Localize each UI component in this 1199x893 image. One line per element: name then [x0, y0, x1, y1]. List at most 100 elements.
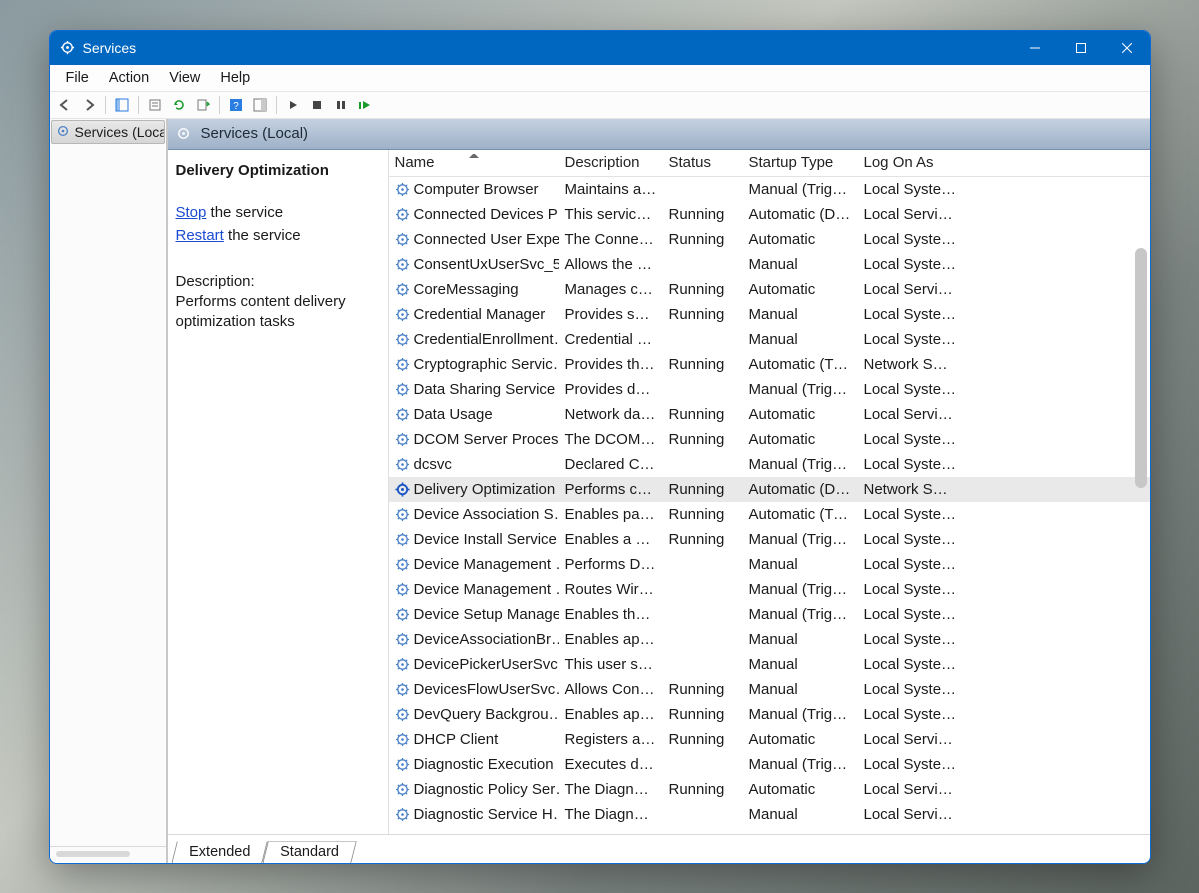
show-hide-tree-icon[interactable]	[111, 94, 133, 116]
service-name: DevQuery Backgrou…	[414, 706, 559, 723]
nav-tree-item-label: Services (Loca	[75, 124, 165, 140]
service-name: Device Management …	[414, 581, 559, 598]
service-row[interactable]: Connected Devices P…This service …Runnin…	[389, 202, 1150, 227]
column-header-status[interactable]: Status	[663, 154, 743, 171]
app-icon	[60, 40, 75, 55]
service-row[interactable]: DevQuery Backgrou…Enables app…RunningMan…	[389, 702, 1150, 727]
description-text: Performs content delivery optimization t…	[176, 292, 380, 333]
column-header-name[interactable]: Name	[389, 154, 559, 171]
service-name: DevicesFlowUserSvc…	[414, 681, 559, 698]
service-log-on-as: Local Servi…	[858, 806, 964, 823]
service-row[interactable]: Diagnostic Service H…The Diagno…ManualLo…	[389, 802, 1150, 827]
restart-service-icon[interactable]	[354, 94, 376, 116]
service-row[interactable]: Credential ManagerProvides se…RunningMan…	[389, 302, 1150, 327]
service-row[interactable]: CoreMessagingManages co…RunningAutomatic…	[389, 277, 1150, 302]
service-status: Running	[663, 206, 743, 223]
menu-action[interactable]: Action	[99, 68, 159, 88]
service-row[interactable]: Device Setup ManagerEnables the …Manual …	[389, 602, 1150, 627]
service-row[interactable]: Device Management …Routes Wire…Manual (T…	[389, 577, 1150, 602]
service-description: Enables app…	[559, 631, 663, 648]
service-startup-type: Automatic	[743, 231, 858, 248]
service-row[interactable]: Device Association S…Enables pair…Runnin…	[389, 502, 1150, 527]
service-startup-type: Automatic (Tr…	[743, 506, 858, 523]
service-icon	[395, 382, 410, 397]
description-label: Description:	[176, 273, 380, 290]
service-row[interactable]: Device Install ServiceEnables a co…Runni…	[389, 527, 1150, 552]
service-description: Routes Wire…	[559, 581, 663, 598]
service-row[interactable]: Diagnostic Policy Ser…The Diagno…Running…	[389, 777, 1150, 802]
service-row[interactable]: DevicesFlowUserSvc…Allows Con…RunningMan…	[389, 677, 1150, 702]
service-startup-type: Automatic	[743, 781, 858, 798]
service-icon	[395, 632, 410, 647]
service-row[interactable]: CredentialEnrollment…Credential E…Manual…	[389, 327, 1150, 352]
service-status: Running	[663, 431, 743, 448]
show-action-pane-icon[interactable]	[249, 94, 271, 116]
service-row[interactable]: Diagnostic Execution …Executes dia…Manua…	[389, 752, 1150, 777]
column-header-startup-type[interactable]: Startup Type	[743, 154, 858, 171]
nav-horizontal-scrollbar[interactable]	[50, 846, 166, 863]
service-description: The Diagno…	[559, 806, 663, 823]
tab-extended[interactable]: Extended	[171, 841, 268, 864]
service-row[interactable]: DHCP ClientRegisters an…RunningAutomatic…	[389, 727, 1150, 752]
vertical-scrollbar[interactable]	[1135, 184, 1147, 833]
close-button[interactable]	[1104, 31, 1150, 65]
titlebar[interactable]: Services	[50, 31, 1150, 65]
service-icon	[395, 607, 410, 622]
service-icon	[395, 257, 410, 272]
column-header-description[interactable]: Description	[559, 154, 663, 171]
service-row[interactable]: Device Management …Performs D…ManualLoca…	[389, 552, 1150, 577]
service-log-on-as: Local Syste…	[858, 331, 964, 348]
services-window: Services File Action View Help ?	[49, 30, 1151, 864]
export-list-icon[interactable]	[192, 94, 214, 116]
window-title: Services	[83, 40, 137, 56]
tab-standard[interactable]: Standard	[262, 841, 357, 864]
list-header-title: Services (Local)	[201, 125, 309, 142]
forward-icon[interactable]	[78, 94, 100, 116]
service-icon	[395, 182, 410, 197]
start-service-icon[interactable]	[282, 94, 304, 116]
service-row[interactable]: Computer BrowserMaintains a…Manual (Trig…	[389, 177, 1150, 202]
service-name: Credential Manager	[414, 306, 546, 323]
service-log-on-as: Local Servi…	[858, 406, 964, 423]
service-icon	[395, 732, 410, 747]
menubar: File Action View Help	[50, 65, 1150, 92]
service-row[interactable]: Data UsageNetwork da…RunningAutomaticLoc…	[389, 402, 1150, 427]
service-status: Running	[663, 706, 743, 723]
maximize-button[interactable]	[1058, 31, 1104, 65]
service-log-on-as: Network S…	[858, 356, 964, 373]
service-row[interactable]: DeviceAssociationBr…Enables app…ManualLo…	[389, 627, 1150, 652]
menu-file[interactable]: File	[56, 68, 99, 88]
service-log-on-as: Network S…	[858, 481, 964, 498]
service-row[interactable]: Data Sharing ServiceProvides da…Manual (…	[389, 377, 1150, 402]
scrollbar-thumb[interactable]	[1135, 248, 1147, 488]
service-row[interactable]: DevicePickerUserSvc…This user se…ManualL…	[389, 652, 1150, 677]
stop-service-icon[interactable]	[306, 94, 328, 116]
restart-service-link[interactable]: Restart	[176, 227, 224, 244]
menu-help[interactable]: Help	[210, 68, 260, 88]
service-log-on-as: Local Syste…	[858, 306, 964, 323]
refresh-icon[interactable]	[168, 94, 190, 116]
service-log-on-as: Local Syste…	[858, 181, 964, 198]
service-row[interactable]: Delivery OptimizationPerforms co…Running…	[389, 477, 1150, 502]
properties-icon[interactable]	[144, 94, 166, 116]
service-startup-type: Manual (Trig…	[743, 181, 858, 198]
column-header-log-on-as[interactable]: Log On As	[858, 154, 964, 171]
service-row[interactable]: dcsvcDeclared Co…Manual (Trig…Local Syst…	[389, 452, 1150, 477]
help-icon[interactable]: ?	[225, 94, 247, 116]
service-row[interactable]: ConsentUxUserSvc_5…Allows the s…ManualLo…	[389, 252, 1150, 277]
service-description: Manages co…	[559, 281, 663, 298]
service-startup-type: Manual (Trig…	[743, 756, 858, 773]
stop-service-link[interactable]: Stop	[176, 204, 207, 221]
service-log-on-as: Local Syste…	[858, 656, 964, 673]
pause-service-icon[interactable]	[330, 94, 352, 116]
minimize-button[interactable]	[1012, 31, 1058, 65]
service-row[interactable]: Cryptographic Servic…Provides thr…Runnin…	[389, 352, 1150, 377]
service-row[interactable]: Connected User Expe…The Connec…RunningAu…	[389, 227, 1150, 252]
service-startup-type: Manual	[743, 806, 858, 823]
service-row[interactable]: DCOM Server Proces…The DCOML…RunningAuto…	[389, 427, 1150, 452]
nav-tree-item-services-local[interactable]: Services (Loca	[51, 120, 165, 144]
back-icon[interactable]	[54, 94, 76, 116]
service-description: Provides thr…	[559, 356, 663, 373]
menu-view[interactable]: View	[159, 68, 210, 88]
service-name: Diagnostic Execution …	[414, 756, 559, 773]
